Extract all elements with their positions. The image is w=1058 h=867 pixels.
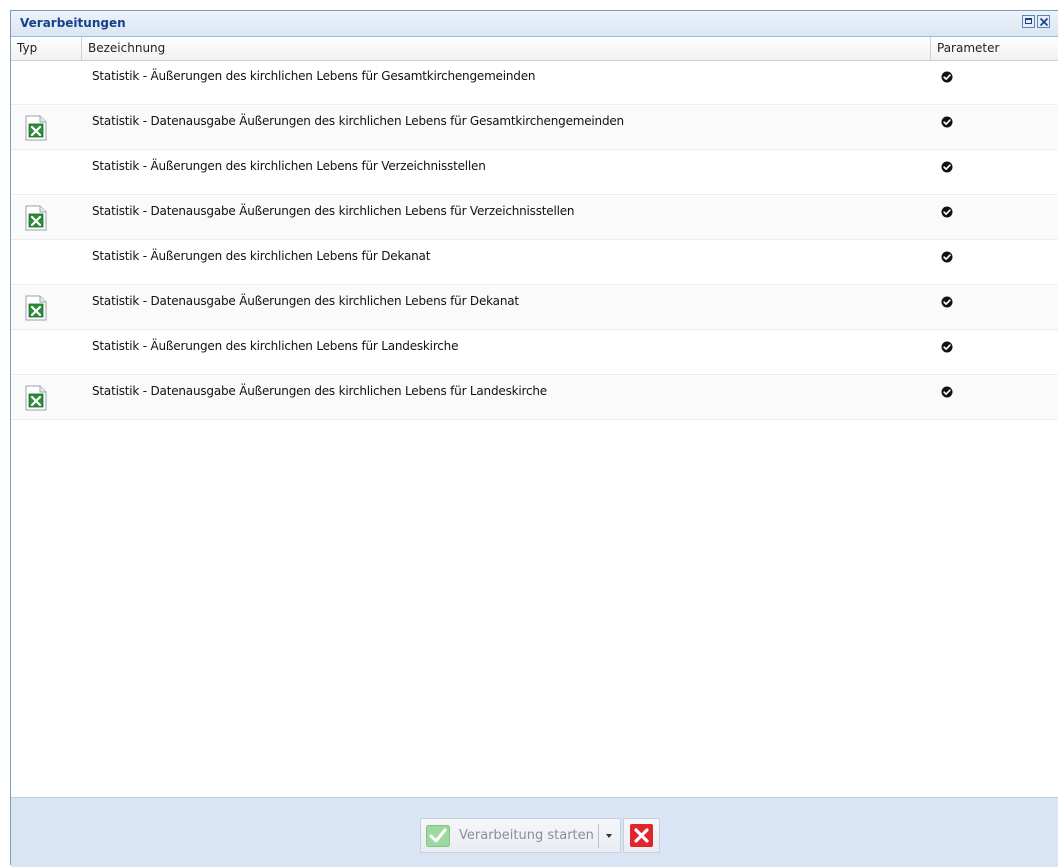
column-header-typ[interactable]: Typ bbox=[11, 37, 82, 60]
check-circle-icon[interactable] bbox=[941, 116, 953, 128]
grid-row[interactable]: Statistik - Äußerungen des kirchlichen L… bbox=[11, 151, 1058, 195]
check-circle-icon[interactable] bbox=[941, 71, 953, 83]
maximize-icon[interactable] bbox=[1022, 15, 1035, 28]
split-separator bbox=[598, 824, 599, 848]
row-bezeichnung: Statistik - Äußerungen des kirchlichen L… bbox=[92, 69, 536, 83]
excel-file-icon bbox=[25, 115, 47, 141]
grid-row[interactable]: Statistik - Datenausgabe Äußerungen des … bbox=[11, 376, 1058, 420]
close-icon[interactable] bbox=[1037, 15, 1050, 28]
grid-row[interactable]: Statistik - Äußerungen des kirchlichen L… bbox=[11, 331, 1058, 375]
check-circle-icon[interactable] bbox=[941, 161, 953, 173]
check-circle-icon[interactable] bbox=[941, 386, 953, 398]
excel-file-icon bbox=[25, 385, 47, 411]
grid-row[interactable]: Statistik - Datenausgabe Äußerungen des … bbox=[11, 286, 1058, 330]
check-circle-icon[interactable] bbox=[941, 341, 953, 353]
grid-header: Typ Bezeichnung Parameter bbox=[11, 37, 1058, 61]
row-bezeichnung: Statistik - Datenausgabe Äußerungen des … bbox=[92, 204, 575, 218]
excel-file-icon bbox=[25, 205, 47, 231]
check-icon bbox=[426, 825, 450, 847]
row-bezeichnung: Statistik - Datenausgabe Äußerungen des … bbox=[92, 384, 547, 398]
cancel-button[interactable] bbox=[623, 818, 660, 853]
check-circle-icon[interactable] bbox=[941, 296, 953, 308]
grid-body: Statistik - Äußerungen des kirchlichen L… bbox=[11, 61, 1058, 797]
window-title: Verarbeitungen bbox=[20, 16, 126, 30]
window-footer: Verarbeitung starten bbox=[11, 797, 1058, 867]
check-circle-icon[interactable] bbox=[941, 206, 953, 218]
column-header-parameter[interactable]: Parameter bbox=[931, 37, 1058, 60]
grid-row[interactable]: Statistik - Äußerungen des kirchlichen L… bbox=[11, 241, 1058, 285]
start-processing-button[interactable]: Verarbeitung starten bbox=[420, 818, 621, 853]
row-bezeichnung: Statistik - Äußerungen des kirchlichen L… bbox=[92, 249, 431, 263]
grid-row[interactable]: Statistik - Datenausgabe Äußerungen des … bbox=[11, 196, 1058, 240]
grid-row[interactable]: Statistik - Datenausgabe Äußerungen des … bbox=[11, 106, 1058, 150]
excel-file-icon bbox=[25, 295, 47, 321]
row-bezeichnung: Statistik - Äußerungen des kirchlichen L… bbox=[92, 339, 459, 353]
grid-row[interactable]: Statistik - Äußerungen des kirchlichen L… bbox=[11, 61, 1058, 105]
processing-window: Verarbeitungen Typ Bezeichnung Parameter… bbox=[10, 10, 1058, 867]
check-circle-icon[interactable] bbox=[941, 251, 953, 263]
window-titlebar: Verarbeitungen bbox=[11, 11, 1058, 37]
cancel-x-icon bbox=[630, 824, 653, 847]
dropdown-arrow-icon[interactable] bbox=[602, 829, 616, 843]
column-header-bezeichnung[interactable]: Bezeichnung bbox=[82, 37, 931, 60]
row-bezeichnung: Statistik - Äußerungen des kirchlichen L… bbox=[92, 159, 486, 173]
row-bezeichnung: Statistik - Datenausgabe Äußerungen des … bbox=[92, 294, 519, 308]
start-processing-label: Verarbeitung starten bbox=[459, 828, 594, 843]
row-bezeichnung: Statistik - Datenausgabe Äußerungen des … bbox=[92, 114, 624, 128]
